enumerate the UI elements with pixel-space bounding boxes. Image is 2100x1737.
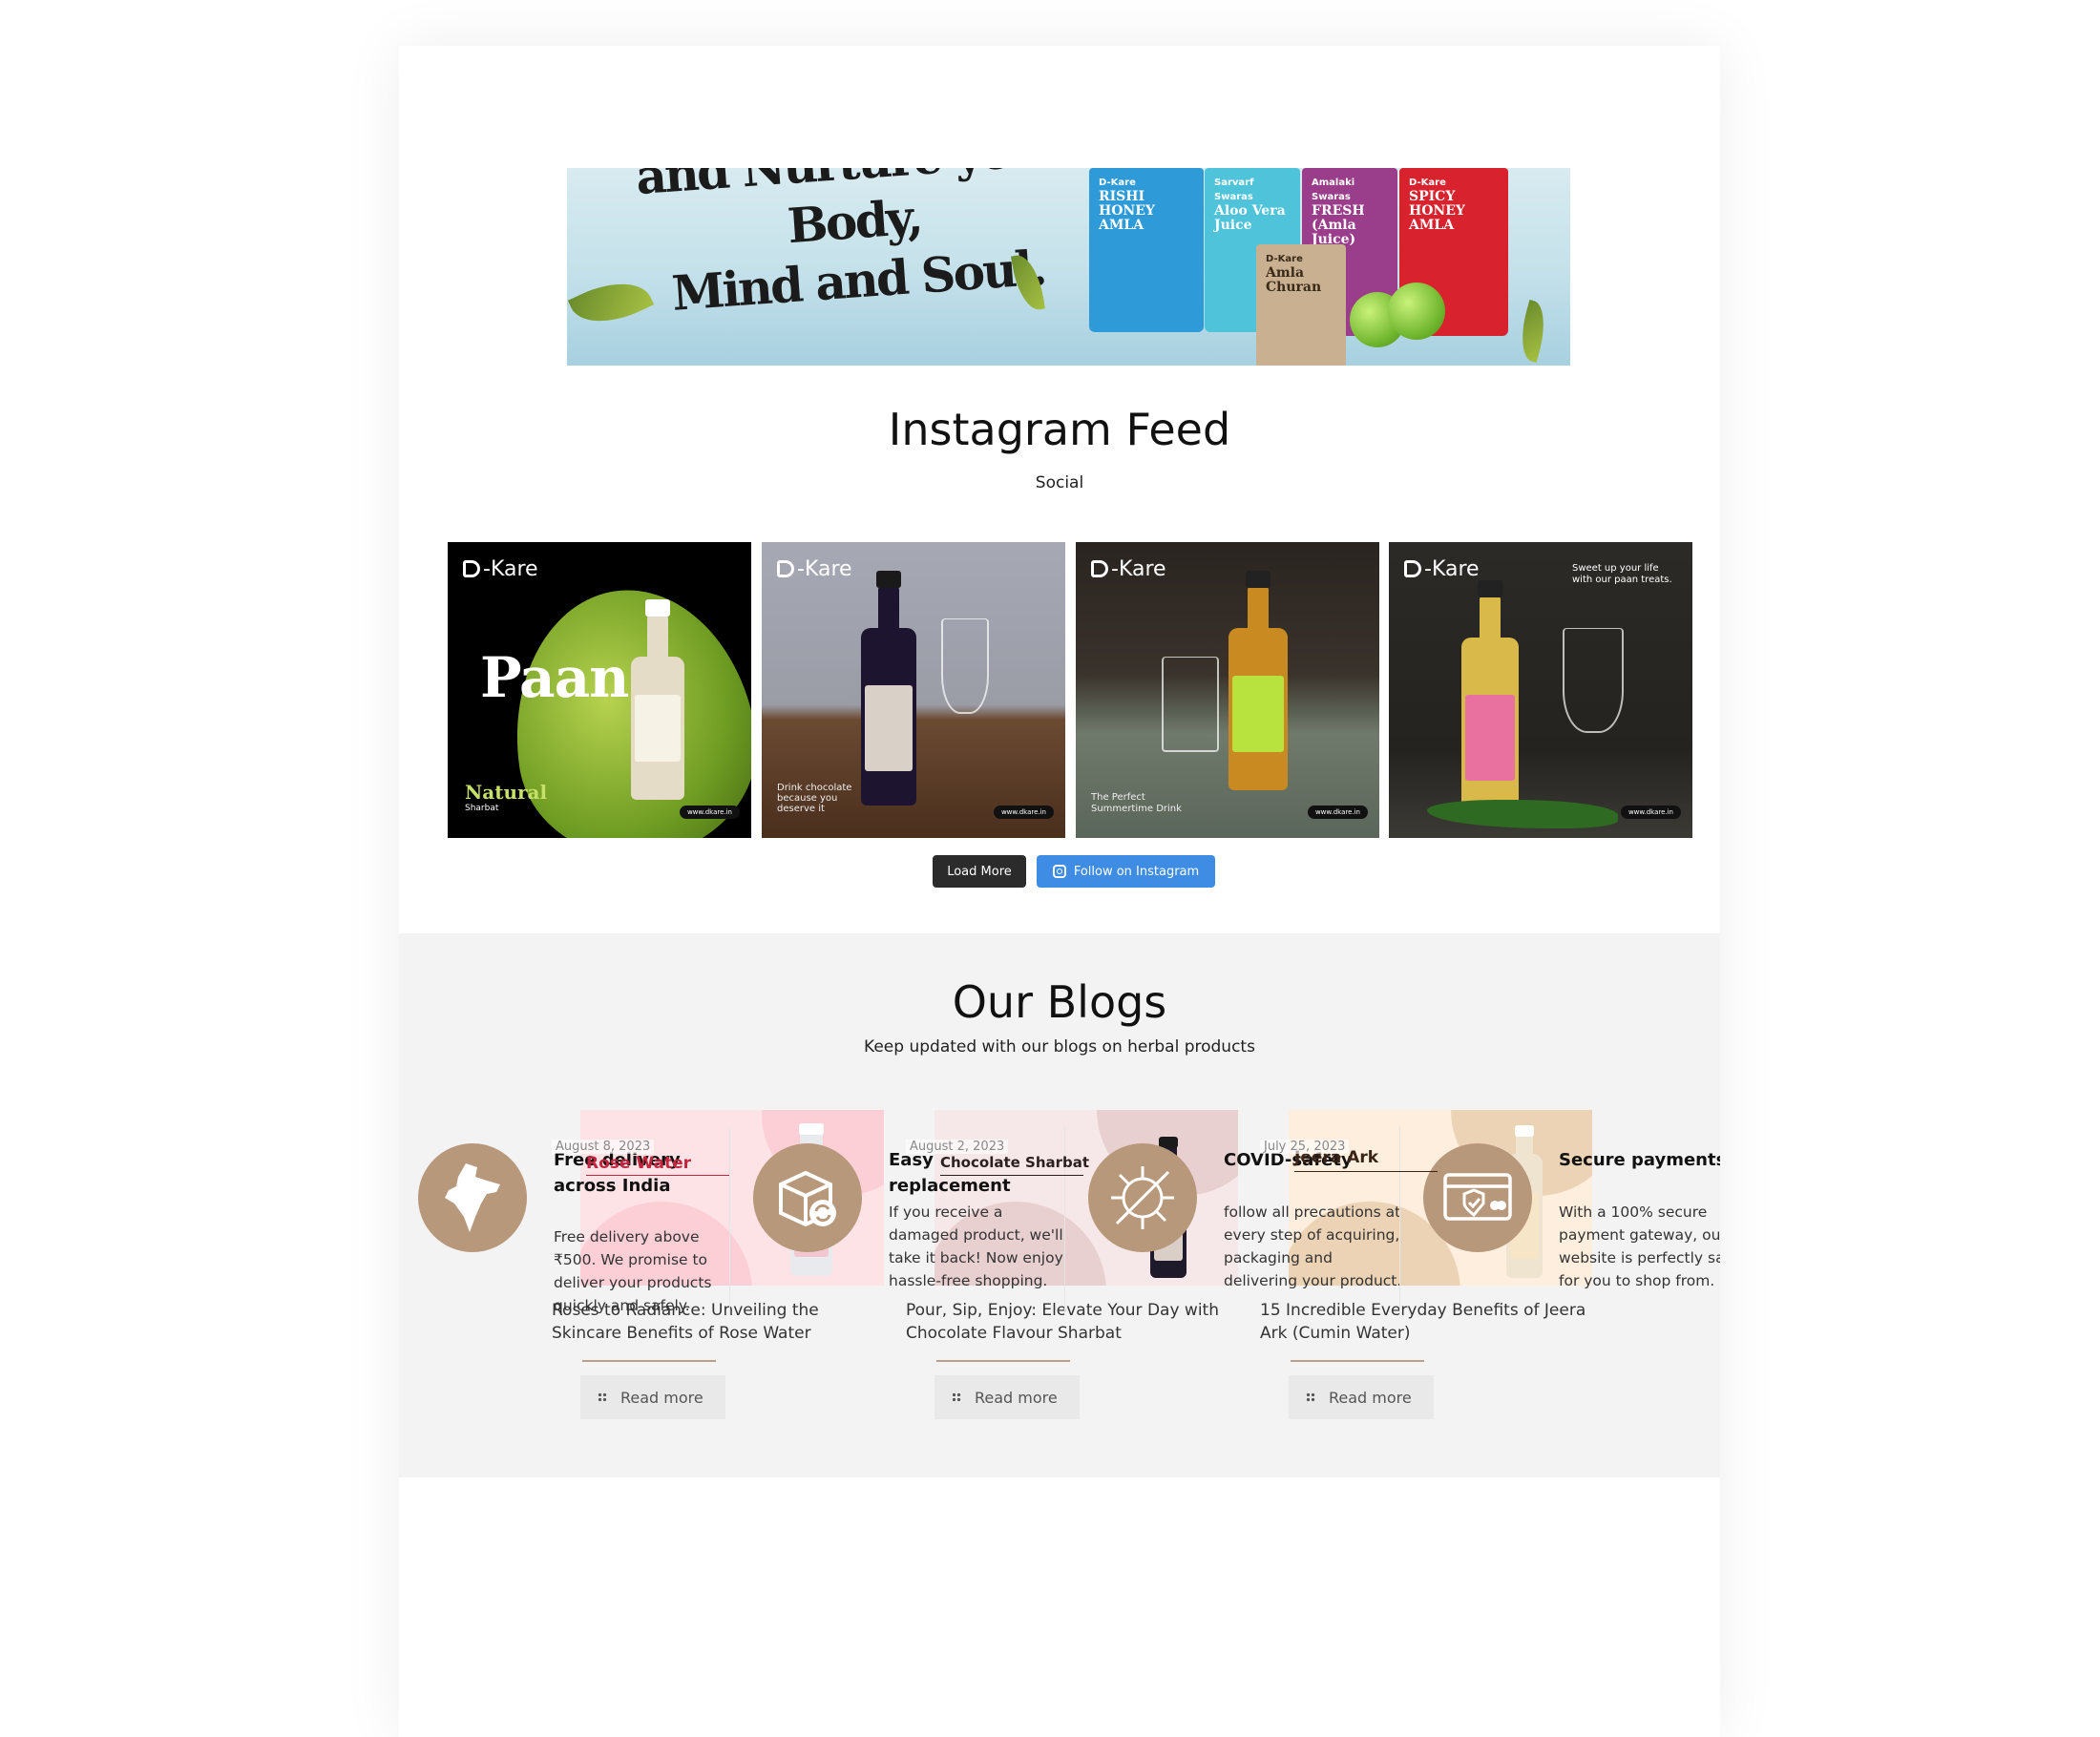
page: and Nurture your Body, Mind and Soul. D-… [399,46,1720,1737]
pouch-brand: Sarvarf Swaras [1214,178,1254,202]
read-more-label: Read more [1329,1388,1412,1407]
promo-banner[interactable]: and Nurture your Body, Mind and Soul. D-… [567,168,1570,366]
title-underline [586,1175,729,1176]
paan-title: Paan [480,645,629,710]
blog-date: August 2, 2023 [906,1140,1009,1154]
dkare-logo: -Kare [463,557,538,581]
blog-divider [936,1360,1070,1362]
glass-image [1563,628,1624,733]
banner-headline: and Nurture your Body, Mind and Soul. [624,168,1084,326]
instagram-icon [1052,865,1066,878]
leaves-decoration [1427,800,1618,828]
blog-divider [582,1360,716,1362]
load-more-button[interactable]: Load More [933,855,1026,888]
instagram-feed-title: Instagram Feed [888,404,1231,455]
virus-icon [1088,1143,1197,1252]
blogs-subtitle: Keep updated with our blogs on herbal pr… [864,1037,1255,1057]
tile-url: www.dkare.in [1620,806,1681,819]
box-return-icon [753,1143,862,1252]
glass-image [1162,657,1219,752]
india-map-icon [418,1143,527,1252]
follow-label: Follow on Instagram [1073,864,1200,879]
dkare-logo: -Kare [1091,557,1166,581]
grid-icon [1306,1392,1315,1402]
product-pouch: D-Kare RISHI HONEY AMLA [1089,168,1204,332]
bottle-image [1228,571,1288,790]
tile-sub2: Sharbat [465,804,499,813]
ig-brand: -Kare [1111,557,1166,581]
blog-divider [1291,1360,1424,1362]
pouch-name: RISHI HONEY AMLA [1099,189,1155,233]
ig-brand: -Kare [797,557,852,581]
leaf-decoration [1514,299,1552,364]
tile-caption: The Perfect Summertime Drink [1091,792,1182,814]
read-more-label: Read more [620,1388,704,1407]
secure-card-icon [1423,1143,1532,1252]
ig-brand: -Kare [483,557,538,581]
tile-url: www.dkare.in [679,806,740,819]
pouch-name: SPICY HONEY AMLA [1409,189,1465,233]
read-more-button[interactable]: Read more [580,1375,725,1419]
tile-caption: Drink chocolate because you deserve it [777,783,852,814]
instagram-post[interactable]: -Kare The Perfect Summertime Drink www.d… [1076,542,1379,838]
bottle-image [1461,580,1519,807]
bottle-image [631,599,684,800]
feature-divider [1399,1126,1400,1315]
pouch-brand: D-Kare [1099,178,1136,188]
tile-sub1: Natural [465,781,548,804]
tile-url: www.dkare.in [1307,806,1368,819]
tile-url: www.dkare.in [993,806,1054,819]
pouch-name: Amla Churan [1266,265,1322,295]
blog-date: July 25, 2023 [1260,1140,1350,1154]
feature-text: Free delivery above ₹500. We promise to … [554,1228,712,1314]
instagram-feed-subtitle: Social [1035,473,1084,492]
feature-divider [729,1126,730,1315]
feature-title: Secure payments [1559,1150,1720,1170]
blog-date: August 8, 2023 [552,1140,655,1154]
pouch-brand: Amalaki Swaras [1312,178,1355,202]
read-more-label: Read more [975,1388,1058,1407]
grid-icon [952,1392,961,1402]
feature-secure-payments: Secure payments With a 100% secure payme… [1423,1124,1720,1325]
feature-text: follow all precautions at every step of … [1224,1203,1402,1289]
instagram-post[interactable]: -Kare Paan Natural Sharbat www.dkare.in [448,542,751,838]
instagram-post[interactable]: -Kare Drink chocolate because you deserv… [762,542,1065,838]
bottle-image [861,571,916,806]
blog-image-title: Chocolate Sharbat [940,1154,1090,1171]
amla-fruit [1388,283,1445,340]
dkare-logo: -Kare [1404,557,1480,581]
dkare-logo: -Kare [777,557,852,581]
title-underline [940,1175,1083,1176]
pouch-name: Aloo Vera Juice [1214,203,1286,233]
tile-caption: Sweet up your life with our paan treats. [1572,563,1672,585]
instagram-post[interactable]: -Kare Sweet up your life with our paan t… [1389,542,1692,838]
follow-instagram-button[interactable]: Follow on Instagram [1037,855,1215,888]
blog-image-title: Rose Water [586,1154,691,1173]
ig-brand: -Kare [1424,557,1480,581]
pouch-name: FRESH (Amla Juice) [1312,203,1365,247]
pouch-brand: D-Kare [1266,254,1303,264]
blogs-title: Our Blogs [952,976,1167,1028]
feature-text: If you receive a damaged product, we'll … [889,1203,1063,1289]
product-pouch: D-Kare Amla Churan [1256,244,1346,366]
grid-icon [598,1392,607,1402]
read-more-button[interactable]: Read more [1289,1375,1434,1419]
read-more-button[interactable]: Read more [934,1375,1080,1419]
glass-image [941,618,989,714]
title-underline [1294,1171,1438,1172]
feature-text: With a 100% secure payment gateway, our … [1559,1203,1720,1289]
pouch-brand: D-Kare [1409,178,1446,188]
